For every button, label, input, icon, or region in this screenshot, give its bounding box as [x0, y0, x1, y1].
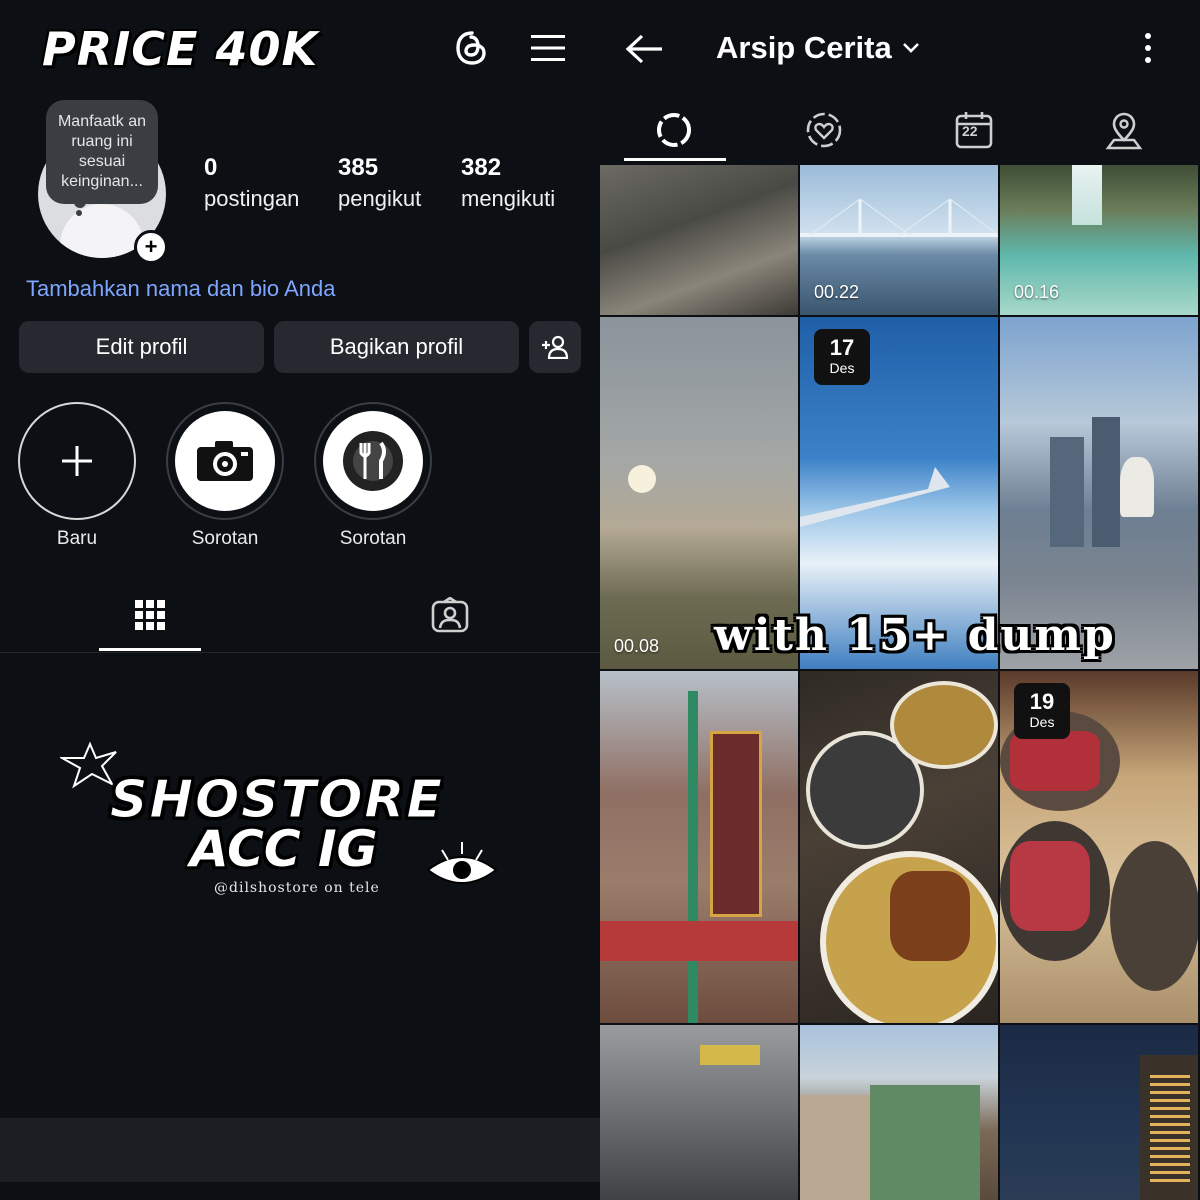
- calendar-day: 22: [962, 123, 978, 139]
- stat-posts[interactable]: 0 postingan: [204, 154, 299, 212]
- location-icon: [1105, 112, 1143, 150]
- airplane-wing-graphic: [800, 467, 950, 527]
- bottom-bar: [0, 1118, 600, 1182]
- profile-tabs: [0, 580, 600, 653]
- watermark-subtitle: ACC IG: [190, 820, 378, 878]
- archive-title[interactable]: Arsip Cerita: [716, 30, 920, 66]
- date-badge: 17 Des: [814, 329, 870, 385]
- tagged-person-icon: [431, 597, 469, 633]
- share-profile-button[interactable]: Bagikan profil: [274, 321, 519, 373]
- date-badge-day: 17: [829, 335, 855, 360]
- cutlery-icon: [343, 431, 403, 491]
- tab-location[interactable]: [1074, 100, 1174, 160]
- story-tile[interactable]: [800, 671, 998, 1023]
- eye-icon: [426, 842, 498, 884]
- stat-followers-value: 385: [338, 154, 379, 181]
- favorites-icon: [806, 112, 842, 148]
- highlight-label: Sorotan: [191, 528, 259, 549]
- menu-icon[interactable]: [526, 26, 570, 70]
- highlight-camera[interactable]: Sorotan: [166, 402, 284, 550]
- tab-tagged[interactable]: [399, 580, 501, 650]
- story-time: 00.16: [1014, 282, 1060, 302]
- note-bubble[interactable]: Manfaatk an ruang ini sesuai keinginan..…: [46, 100, 158, 204]
- tab-calendar[interactable]: 22: [924, 100, 1024, 160]
- story-tile[interactable]: 00.22: [800, 165, 998, 315]
- stat-following-label: mengikuti: [461, 186, 556, 211]
- story-time: 00.08: [614, 636, 660, 656]
- date-badge-day: 19: [1029, 689, 1055, 714]
- story-tile[interactable]: 00.16: [1000, 165, 1198, 315]
- price-banner: PRICE 40K: [42, 22, 319, 76]
- plus-icon: [62, 446, 92, 476]
- stat-following-value: 382: [461, 154, 502, 181]
- grid-icon: [135, 600, 165, 630]
- add-bio-link[interactable]: Tambahkan nama dan bio Anda: [26, 276, 335, 302]
- back-arrow-icon[interactable]: [620, 24, 670, 74]
- story-tile[interactable]: [800, 1025, 998, 1200]
- story-tile[interactable]: [600, 165, 798, 315]
- archive-title-label: Arsip Cerita: [716, 30, 892, 65]
- stat-followers-label: pengikut: [338, 186, 422, 211]
- camera-icon: [197, 441, 253, 481]
- bridge-graphic: [800, 198, 998, 237]
- story-tile[interactable]: [600, 671, 798, 1023]
- dump-overlay-text: with 15+ dump: [714, 610, 1116, 661]
- date-badge: 19 Des: [1014, 683, 1070, 739]
- active-tab-indicator: [99, 648, 201, 651]
- add-person-icon: [542, 335, 569, 359]
- tab-posts-grid[interactable]: [99, 580, 201, 650]
- note-bubble-tail: [74, 196, 86, 208]
- stat-posts-label: postingan: [204, 186, 300, 211]
- highlight-label: Baru: [56, 528, 98, 549]
- date-badge-month: Des: [829, 360, 855, 376]
- highlight-new[interactable]: Baru: [18, 402, 136, 550]
- stat-following[interactable]: 382 mengikuti: [461, 154, 555, 212]
- more-options-icon[interactable]: [1136, 28, 1160, 68]
- story-archive-icon: [657, 113, 691, 147]
- tab-story-archive[interactable]: [624, 100, 724, 160]
- add-story-icon[interactable]: +: [134, 230, 168, 264]
- active-tab-indicator: [624, 158, 726, 161]
- tab-favorites[interactable]: [774, 100, 874, 160]
- watermark-handle: @dilshostore on tele: [214, 880, 380, 896]
- story-tile[interactable]: [1000, 1025, 1198, 1200]
- discover-people-button[interactable]: [529, 321, 581, 373]
- profile-screen: PRICE 40K + Manfaatk an ruang ini sesuai…: [0, 0, 600, 1200]
- date-badge-month: Des: [1029, 714, 1055, 730]
- story-time: 00.22: [814, 282, 860, 302]
- stat-followers[interactable]: 385 pengikut: [338, 154, 421, 212]
- story-tile[interactable]: 19 Des: [1000, 671, 1198, 1023]
- highlight-food[interactable]: Sorotan: [314, 402, 432, 550]
- highlight-label: Sorotan: [339, 528, 407, 549]
- edit-profile-button[interactable]: Edit profil: [19, 321, 264, 373]
- threads-icon[interactable]: [450, 26, 494, 70]
- story-tile[interactable]: [600, 1025, 798, 1200]
- chevron-down-icon: [902, 43, 919, 53]
- store-watermark: SHOSTORE ACC IG @dilshostore on tele: [60, 740, 520, 920]
- note-bubble-dot: [76, 210, 82, 216]
- stat-posts-value: 0: [204, 154, 218, 181]
